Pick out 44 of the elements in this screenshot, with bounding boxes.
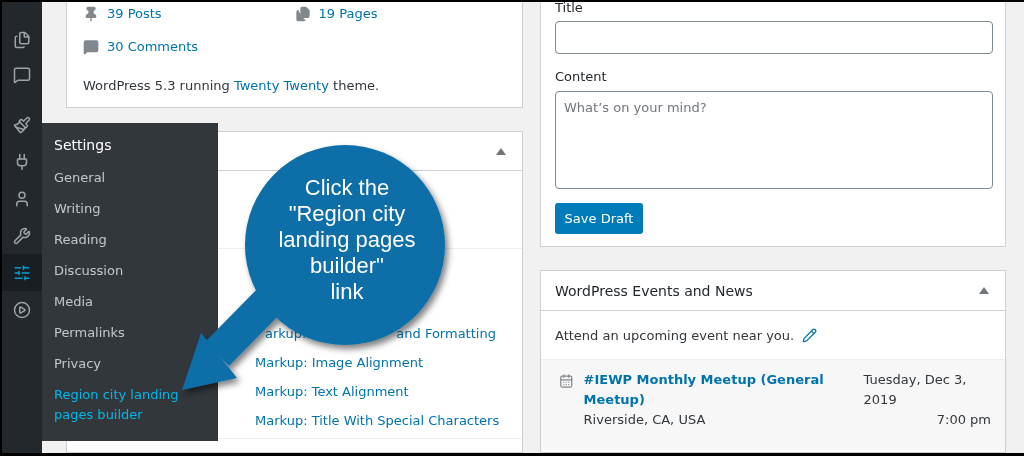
stat-link[interactable]: 19 Pages: [294, 5, 506, 22]
appearance-menu-icon[interactable]: [13, 115, 31, 134]
event-location: Riverside, CA, USA: [583, 411, 707, 429]
edit-icon[interactable]: [802, 327, 818, 343]
submenu-item[interactable]: Discussion: [42, 256, 136, 287]
save-draft-button[interactable]: Save Draft: [555, 203, 643, 234]
comments-icon: [83, 38, 99, 55]
content-label: Content: [555, 68, 608, 86]
title-input[interactable]: [555, 21, 993, 54]
media-menu-icon[interactable]: [13, 300, 31, 319]
event-time: 7:00 pm: [936, 411, 991, 429]
submenu-item[interactable]: Region city landing pages builder: [42, 380, 218, 430]
settings-menu-icon[interactable]: [13, 263, 31, 282]
collapse-icon: [496, 147, 506, 155]
post-link[interactable]: Markup: Text Alignment: [255, 380, 522, 409]
intro-text: Attend an upcoming event near you.: [555, 327, 795, 343]
post-link[interactable]: Markup: Image Alignment: [255, 351, 522, 380]
post-link[interactable]: and Formatting: [396, 322, 496, 351]
event-link[interactable]: #IEWP Monthly Meetup (General Meetup): [583, 370, 854, 410]
theme-link[interactable]: Twenty Twenty: [233, 78, 329, 93]
collapse-icon: [979, 287, 989, 294]
pages-menu-icon[interactable]: [13, 31, 31, 49]
submenu-item[interactable]: Reading: [42, 225, 119, 256]
pages-icon: [294, 5, 311, 22]
post-link[interactable]: Markup: Title With Special Characters: [255, 409, 522, 438]
flyout-title: Settings: [53, 136, 113, 155]
submenu-item[interactable]: General: [42, 163, 118, 194]
submenu-item[interactable]: Privacy: [42, 349, 114, 380]
users-menu-icon[interactable]: [13, 189, 31, 208]
version-text: WordPress 5.3 running Twenty Twenty theme.: [83, 77, 381, 95]
event-date: Tuesday, Dec 3, 2019: [863, 371, 968, 409]
title-label: Title: [555, 2, 584, 17]
content-field[interactable]: What’s on your mind?: [555, 91, 993, 189]
posts-icon: [83, 5, 99, 22]
panel-title: WordPress Events and News: [555, 282, 753, 299]
submenu-item[interactable]: Media: [42, 287, 106, 318]
comments-menu-icon[interactable]: [13, 65, 31, 84]
submenu-item[interactable]: Writing: [42, 194, 113, 225]
tools-menu-icon[interactable]: [13, 226, 31, 245]
submenu-item[interactable]: Permalinks: [42, 318, 137, 349]
event-icon: [559, 373, 574, 389]
callout-text: Click the "Region city landing pages builder" link: [277, 175, 417, 305]
stat-link[interactable]: 30 Comments: [83, 38, 297, 55]
stat-link[interactable]: 39 Posts: [83, 5, 295, 22]
